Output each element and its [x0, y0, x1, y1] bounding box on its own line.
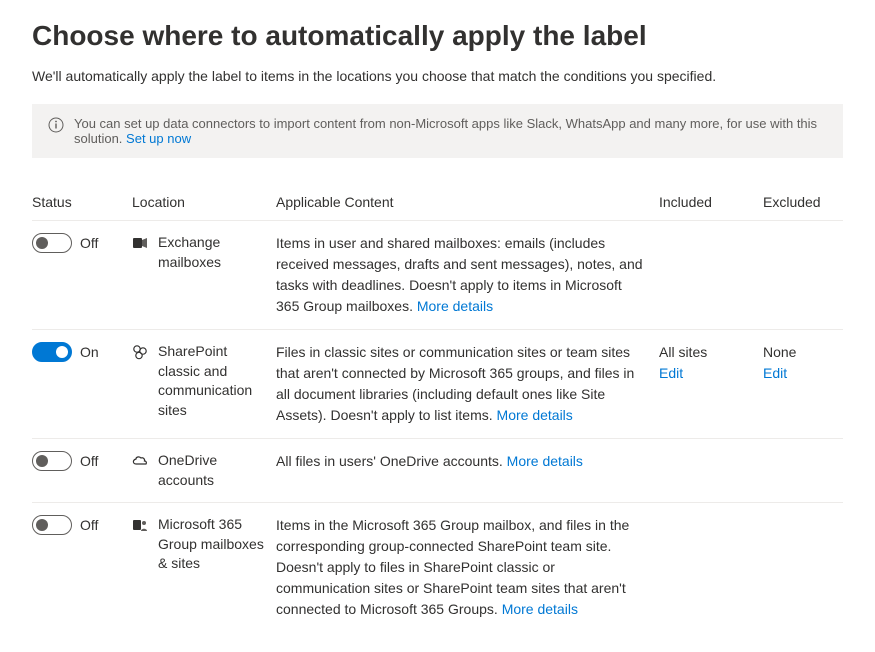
col-content: Applicable Content [276, 194, 655, 210]
col-included: Included [659, 194, 759, 210]
excluded-cell: None Edit [763, 342, 843, 384]
table-row: Off Microsoft 365 Group mailboxes & site… [32, 502, 843, 632]
page-title: Choose where to automatically apply the … [32, 20, 843, 52]
sharepoint-icon [132, 344, 148, 360]
content-text: Files in classic sites or communication … [276, 344, 634, 423]
col-excluded: Excluded [763, 194, 843, 210]
locations-table: Status Location Applicable Content Inclu… [32, 182, 843, 632]
more-details-link[interactable]: More details [417, 298, 493, 314]
page-subtitle: We'll automatically apply the label to i… [32, 68, 843, 84]
toggle-onedrive[interactable] [32, 451, 72, 471]
location-name: SharePoint classic and communication sit… [158, 342, 272, 420]
applicable-content: All files in users' OneDrive accounts. M… [276, 451, 655, 472]
included-value: All sites [659, 344, 707, 360]
applicable-content: Files in classic sites or communication … [276, 342, 655, 426]
location-name: OneDrive accounts [158, 451, 272, 490]
info-banner-text: You can set up data connectors to import… [74, 116, 827, 146]
edit-excluded-link[interactable]: Edit [763, 363, 843, 384]
applicable-content: Items in the Microsoft 365 Group mailbox… [276, 515, 655, 620]
table-row: Off OneDrive accounts All files in users… [32, 438, 843, 502]
exchange-icon [132, 235, 148, 251]
toggle-label: Off [80, 517, 98, 533]
excluded-value: None [763, 344, 796, 360]
toggle-sharepoint[interactable] [32, 342, 72, 362]
toggle-label: Off [80, 235, 98, 251]
toggle-exchange[interactable] [32, 233, 72, 253]
more-details-link[interactable]: More details [497, 407, 573, 423]
table-row: On SharePoint classic and communication … [32, 329, 843, 438]
location-name: Microsoft 365 Group mailboxes & sites [158, 515, 272, 574]
onedrive-icon [132, 453, 148, 469]
col-location: Location [132, 194, 272, 210]
applicable-content: Items in user and shared mailboxes: emai… [276, 233, 655, 317]
toggle-label: Off [80, 453, 98, 469]
content-text: All files in users' OneDrive accounts. [276, 453, 507, 469]
m365-groups-icon [132, 517, 148, 533]
table-header: Status Location Applicable Content Inclu… [32, 182, 843, 220]
table-row: Off Exchange mailboxes Items in user and… [32, 220, 843, 329]
col-status: Status [32, 194, 128, 210]
edit-included-link[interactable]: Edit [659, 363, 759, 384]
info-banner: You can set up data connectors to import… [32, 104, 843, 158]
more-details-link[interactable]: More details [502, 601, 578, 617]
toggle-label: On [80, 344, 99, 360]
info-icon [48, 117, 64, 136]
toggle-m365-groups[interactable] [32, 515, 72, 535]
set-up-now-link[interactable]: Set up now [126, 131, 191, 146]
included-cell: All sites Edit [659, 342, 759, 384]
more-details-link[interactable]: More details [507, 453, 583, 469]
location-name: Exchange mailboxes [158, 233, 272, 272]
